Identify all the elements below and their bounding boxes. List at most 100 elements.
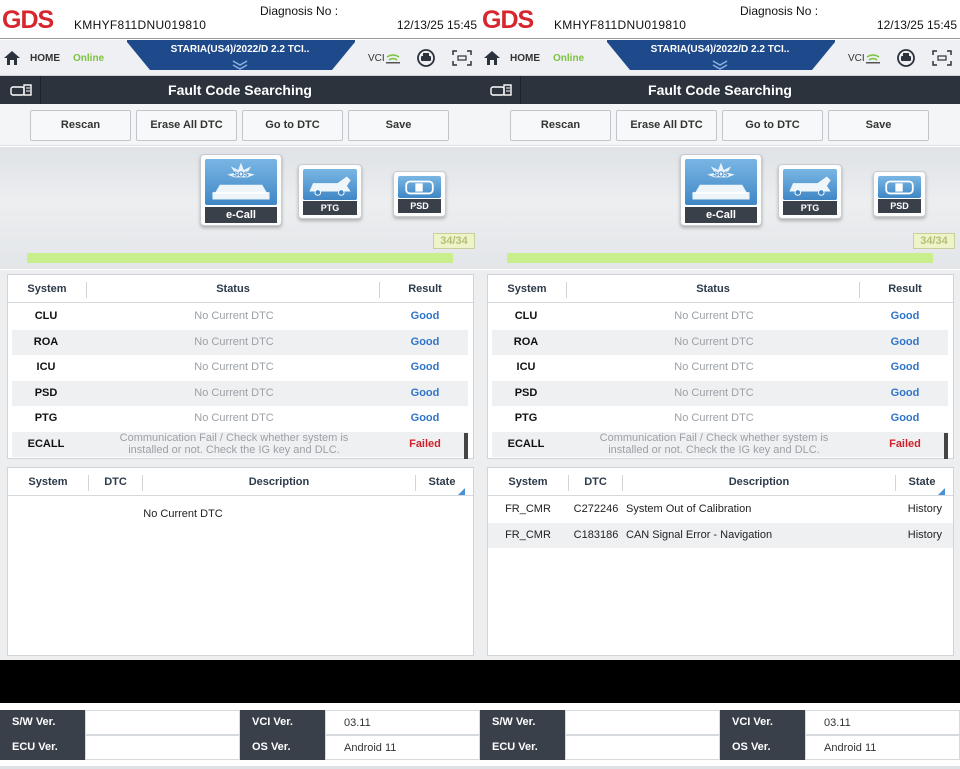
result-badge: Good (890, 386, 920, 399)
rescan-button[interactable]: Rescan (30, 110, 131, 141)
home-button[interactable]: HOME (510, 53, 540, 64)
home-button[interactable]: HOME (30, 53, 60, 64)
table-row[interactable]: CLU No Current DTC Good (12, 304, 468, 329)
version-info-right: S/W Ver. VCI Ver. 03.11 ECU Ver. OS Ver.… (480, 710, 960, 766)
module-ecall[interactable]: SOS e-Call (680, 154, 762, 226)
scrollbar[interactable] (944, 433, 948, 459)
header-separator (0, 38, 480, 39)
screen-capture-icon[interactable] (932, 50, 952, 66)
col-state[interactable]: State (416, 476, 468, 488)
vci-ver-value: 03.11 (325, 710, 480, 735)
rescan-button[interactable]: Rescan (510, 110, 611, 141)
col-status[interactable]: Status (567, 283, 859, 295)
os-ver-label: OS Ver. (720, 735, 805, 760)
scan-graphic: SOS e-Call PTG PSD 34/34 (480, 147, 960, 269)
go-to-dtc-button[interactable]: Go to DTC (242, 110, 343, 141)
table-row[interactable]: ICU No Current DTC Good (492, 355, 948, 380)
result-badge: Good (410, 386, 440, 399)
col-dtc[interactable]: DTC (569, 476, 622, 488)
erase-all-dtc-button[interactable]: Erase All DTC (616, 110, 717, 141)
scan-progress-bar (507, 253, 933, 263)
dtc-area: System DTC Description State No Current … (0, 463, 480, 660)
table-row[interactable]: ECALL Communication Fail / Check whether … (12, 431, 468, 457)
black-spacer (0, 660, 960, 703)
status-text: No Current DTC (674, 361, 754, 373)
save-button[interactable]: Save (348, 110, 449, 141)
ecu-ver-label: ECU Ver. (0, 735, 85, 760)
action-toolbar: Rescan Erase All DTC Go to DTC Save (480, 104, 960, 146)
go-to-dtc-button[interactable]: Go to DTC (722, 110, 823, 141)
table-header: System Status Result (8, 275, 473, 303)
scan-progress-fill (27, 253, 453, 263)
vehicle-info[interactable]: STARIA(US4)/2022/D 2.2 TCI.. (150, 44, 330, 55)
table-row[interactable]: ECALL Communication Fail / Check whether … (492, 431, 948, 457)
system-name: CLU (514, 310, 538, 322)
save-button[interactable]: Save (828, 110, 929, 141)
table-row[interactable]: FR_CMR C272246 System Out of Calibration Hi… (488, 497, 953, 522)
table-row[interactable]: PSD No Current DTC Good (12, 380, 468, 406)
vehicle-info[interactable]: STARIA(US4)/2022/D 2.2 TCI.. (630, 44, 810, 55)
diagnosis-number-label: Diagnosis No : (260, 4, 339, 18)
module-ptg[interactable]: PTG (298, 164, 362, 219)
status-text: No Current DTC (194, 412, 274, 424)
sort-indicator-icon[interactable] (938, 488, 945, 495)
screen-capture-icon[interactable] (452, 50, 472, 66)
vci-label: VCI (848, 53, 865, 64)
col-status[interactable]: Status (87, 283, 379, 295)
version-info-left: S/W Ver. VCI Ver. 03.11 ECU Ver. OS Ver.… (0, 710, 480, 766)
status-text: No Current DTC (194, 361, 274, 373)
header-separator (480, 38, 960, 39)
module-psd[interactable]: PSD (873, 171, 926, 217)
system-name: ECALL (507, 437, 545, 450)
scan-progress-fill (507, 253, 933, 263)
page-title: Fault Code Searching (648, 82, 792, 98)
wifi-icon (866, 54, 880, 64)
table-row[interactable]: ROA No Current DTC Good (12, 329, 468, 355)
date-time: 12/13/25 15:45 (396, 18, 477, 32)
table-row[interactable]: ICU No Current DTC Good (12, 355, 468, 380)
col-state[interactable]: State (896, 476, 948, 488)
sliding-door-icon (885, 180, 914, 195)
module-label: PTG (783, 201, 837, 215)
col-description[interactable]: Description (623, 476, 895, 488)
car-diagnose-icon[interactable] (416, 49, 436, 67)
col-result[interactable]: Result (380, 283, 470, 295)
connection-status: Online (73, 53, 105, 64)
scan-progress-bar (27, 253, 453, 263)
date-time: 12/13/25 15:45 (876, 18, 957, 32)
col-system[interactable]: System (8, 283, 86, 295)
home-icon[interactable] (484, 51, 500, 65)
sort-indicator-icon[interactable] (458, 488, 465, 495)
col-system[interactable]: System (488, 283, 566, 295)
nav-bar: HOME Online STARIA(US4)/2022/D 2.2 TCI..… (0, 40, 480, 76)
vin-number: KMHYF811DNU019810 (74, 18, 207, 32)
col-description[interactable]: Description (143, 476, 415, 488)
module-psd[interactable]: PSD (393, 171, 446, 217)
table-row[interactable]: PTG No Current DTC Good (492, 406, 948, 431)
module-label: e-Call (685, 207, 757, 223)
table-row[interactable]: CLU No Current DTC Good (492, 304, 948, 329)
dtc-table: System DTC Description State FR_CMR C2722… (487, 467, 954, 656)
col-system[interactable]: System (488, 476, 568, 488)
table-row[interactable]: FR_CMR C183186 CAN Signal Error - Navigati… (488, 522, 953, 548)
os-ver-value: Android 11 (805, 735, 960, 760)
erase-all-dtc-button[interactable]: Erase All DTC (136, 110, 237, 141)
module-ecall[interactable]: SOS e-Call (200, 154, 282, 226)
sw-ver-label: S/W Ver. (480, 710, 565, 735)
col-system[interactable]: System (8, 476, 88, 488)
table-row[interactable]: ROA No Current DTC Good (492, 329, 948, 355)
title-bar: Fault Code Searching (480, 76, 960, 104)
col-result[interactable]: Result (860, 283, 950, 295)
system-name: ROA (33, 335, 59, 348)
table-row[interactable]: PSD No Current DTC Good (492, 380, 948, 406)
result-badge: Good (890, 412, 920, 424)
scan-counter: 34/34 (913, 233, 955, 249)
gds-panel-right: GDS KMHYF811DNU019810 Diagnosis No : 12/… (480, 0, 960, 660)
car-diagnose-icon[interactable] (896, 49, 916, 67)
module-ptg[interactable]: PTG (778, 164, 842, 219)
home-icon[interactable] (4, 51, 20, 65)
table-row[interactable]: PTG No Current DTC Good (12, 406, 468, 431)
result-badge: Good (890, 335, 920, 348)
scrollbar[interactable] (464, 433, 468, 459)
col-dtc[interactable]: DTC (89, 476, 142, 488)
